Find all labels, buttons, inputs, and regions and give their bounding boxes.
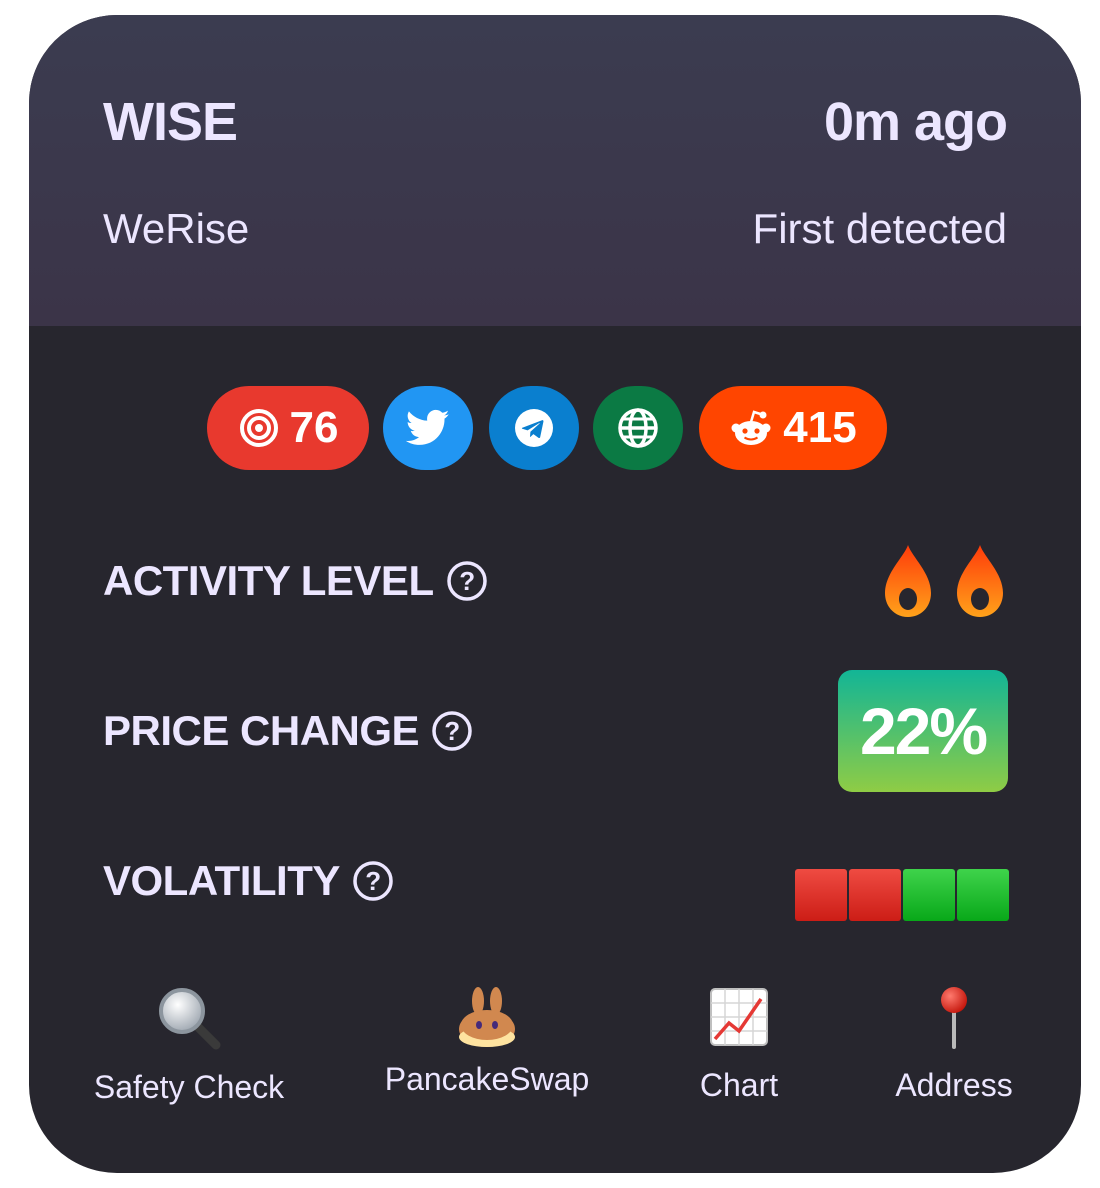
score-value: 76: [289, 403, 339, 452]
svg-text:?: ?: [365, 866, 380, 896]
website-link[interactable]: [593, 386, 683, 470]
token-symbol: WISE: [103, 92, 238, 152]
volatility-segment-red: [795, 869, 847, 921]
svg-text:?: ?: [459, 566, 474, 596]
safety-check-label: Safety Check: [93, 1069, 285, 1105]
token-name: WeRise: [103, 205, 250, 252]
help-icon[interactable]: ?: [431, 710, 473, 752]
activity-flames: [879, 543, 1009, 619]
price-change-value: 22%: [838, 670, 1008, 792]
reddit-count: 415: [783, 403, 857, 452]
help-icon[interactable]: ?: [352, 860, 394, 902]
card-header: WISE 0m ago WeRise First detected: [29, 15, 1081, 326]
volatility-segment-red: [849, 869, 901, 921]
address-link[interactable]: Address: [895, 985, 1013, 1104]
volatility-segment-green: [957, 869, 1009, 921]
chart-link[interactable]: Chart: [689, 985, 789, 1104]
score-badge[interactable]: 76: [207, 386, 369, 470]
address-label: Address: [895, 1067, 1013, 1103]
volatility-meter: [795, 869, 1009, 921]
twitter-link[interactable]: [383, 386, 473, 470]
magnifier-icon: [159, 988, 221, 1050]
fire-icon: [957, 545, 1003, 617]
pancakeswap-label: PancakeSwap: [384, 1061, 590, 1097]
price-change-label: PRICE CHANGE ?: [103, 707, 473, 755]
reddit-badge[interactable]: 415: [699, 386, 887, 470]
globe-icon: [618, 408, 658, 448]
volatility-segment-green: [903, 869, 955, 921]
twitter-icon: [406, 409, 450, 445]
first-detected-label: First detected: [752, 205, 1007, 252]
help-icon[interactable]: ?: [446, 560, 488, 602]
time-ago: 0m ago: [823, 92, 1008, 152]
safety-check-link[interactable]: Safety Check: [94, 985, 284, 1106]
pancake-bunny-icon: [459, 987, 515, 1047]
activity-level-label: ACTIVITY LEVEL ?: [103, 557, 488, 605]
chart-increasing-icon: [710, 988, 768, 1046]
pushpin-icon: [941, 987, 967, 1049]
volatility-label: VOLATILITY ?: [103, 857, 394, 905]
telegram-link[interactable]: [489, 386, 579, 470]
svg-text:?: ?: [444, 716, 459, 746]
fire-icon: [885, 545, 931, 617]
reddit-icon: [731, 410, 771, 445]
telegram-icon: [515, 409, 553, 447]
target-icon: [239, 409, 278, 447]
pancakeswap-link[interactable]: PancakeSwap: [385, 985, 589, 1098]
token-card: WISE 0m ago WeRise First detected 76 415…: [29, 15, 1081, 1173]
chart-label: Chart: [699, 1067, 779, 1103]
